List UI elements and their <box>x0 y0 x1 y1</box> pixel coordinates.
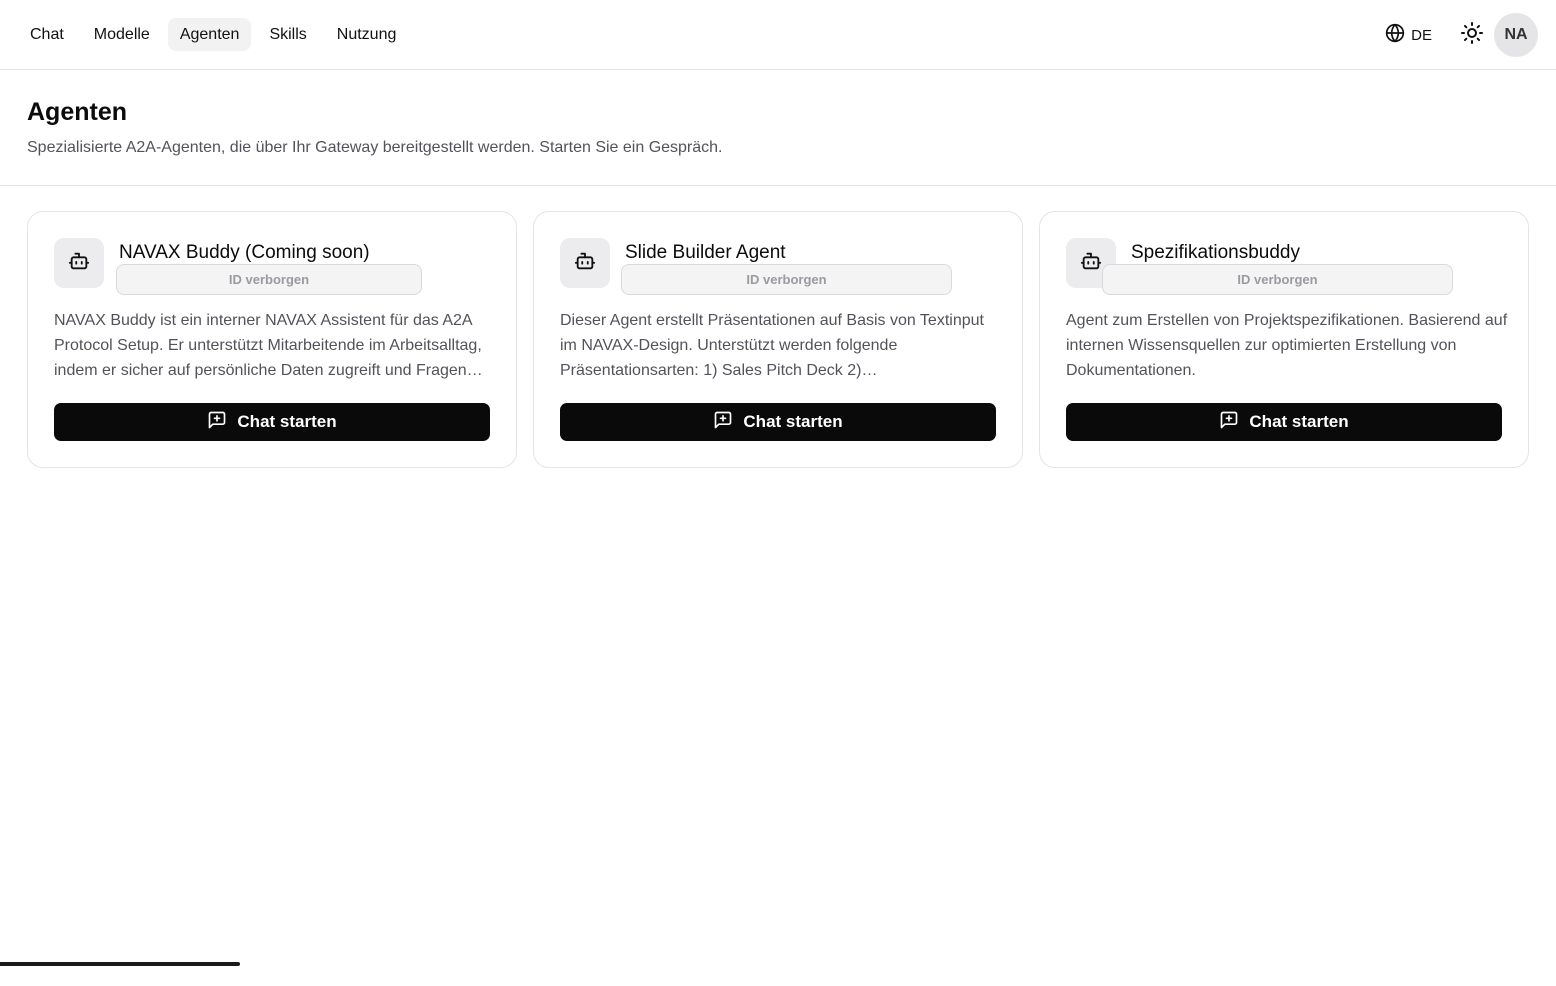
page-header: Agenten Spezialisierte A2A-Agenten, die … <box>0 70 1556 186</box>
start-chat-label: Chat starten <box>743 412 843 431</box>
sun-icon <box>1460 21 1484 50</box>
message-plus-icon <box>207 410 227 435</box>
agent-card: NAVAX Buddy (Coming soon) ID verborgen N… <box>27 211 517 468</box>
id-badge: ID verborgen <box>1102 264 1453 295</box>
top-navigation-bar: Chat Modelle Agenten Skills Nutzung DE N… <box>0 0 1556 70</box>
id-badge: ID verborgen <box>116 264 422 295</box>
agent-description: NAVAX Buddy ist ein interner NAVAX Assis… <box>54 312 482 379</box>
language-switcher[interactable]: DE <box>1377 13 1440 57</box>
agent-description: Agent zum Erstellen von Projektspezifika… <box>1066 312 1508 379</box>
agent-title: Slide Builder Agent <box>625 242 786 263</box>
start-chat-button[interactable]: Chat starten <box>1066 403 1502 441</box>
start-chat-label: Chat starten <box>1249 412 1349 431</box>
id-badge: ID verborgen <box>621 264 952 295</box>
agent-title: NAVAX Buddy (Coming soon) <box>119 242 370 263</box>
start-chat-button[interactable]: Chat starten <box>54 403 490 441</box>
language-label: DE <box>1411 26 1432 44</box>
nav-item-skills[interactable]: Skills <box>257 18 318 51</box>
start-chat-label: Chat starten <box>237 412 337 431</box>
globe-icon <box>1385 23 1405 47</box>
agent-card: Slide Builder Agent ID verborgen Dieser … <box>533 211 1023 468</box>
bot-icon-box <box>54 238 104 288</box>
theme-toggle-button[interactable] <box>1450 13 1494 57</box>
bot-icon <box>68 250 90 277</box>
nav-item-chat[interactable]: Chat <box>18 18 76 51</box>
user-avatar[interactable]: NA <box>1494 13 1538 57</box>
agent-description: Dieser Agent erstellt Präsentationen auf… <box>560 312 984 379</box>
bot-icon <box>1080 250 1102 277</box>
main-nav: Chat Modelle Agenten Skills Nutzung <box>18 18 408 51</box>
nav-item-modelle[interactable]: Modelle <box>82 18 162 51</box>
page-title: Agenten <box>27 98 127 126</box>
bot-icon-box <box>560 238 610 288</box>
agent-card-list: NAVAX Buddy (Coming soon) ID verborgen N… <box>27 211 1529 468</box>
bottom-scroll-indicator <box>0 962 240 966</box>
nav-item-nutzung[interactable]: Nutzung <box>325 18 409 51</box>
bot-icon <box>574 250 596 277</box>
nav-item-agenten[interactable]: Agenten <box>167 18 252 51</box>
agent-title: Spezifikationsbuddy <box>1131 242 1300 263</box>
start-chat-button[interactable]: Chat starten <box>560 403 996 441</box>
message-plus-icon <box>1219 410 1239 435</box>
top-right-controls: DE NA <box>1377 13 1538 57</box>
agent-card: Spezifikationsbuddy ID verborgen Agent z… <box>1039 211 1529 468</box>
message-plus-icon <box>713 410 733 435</box>
page-subtitle: Spezialisierte A2A-Agenten, die über Ihr… <box>27 139 723 156</box>
